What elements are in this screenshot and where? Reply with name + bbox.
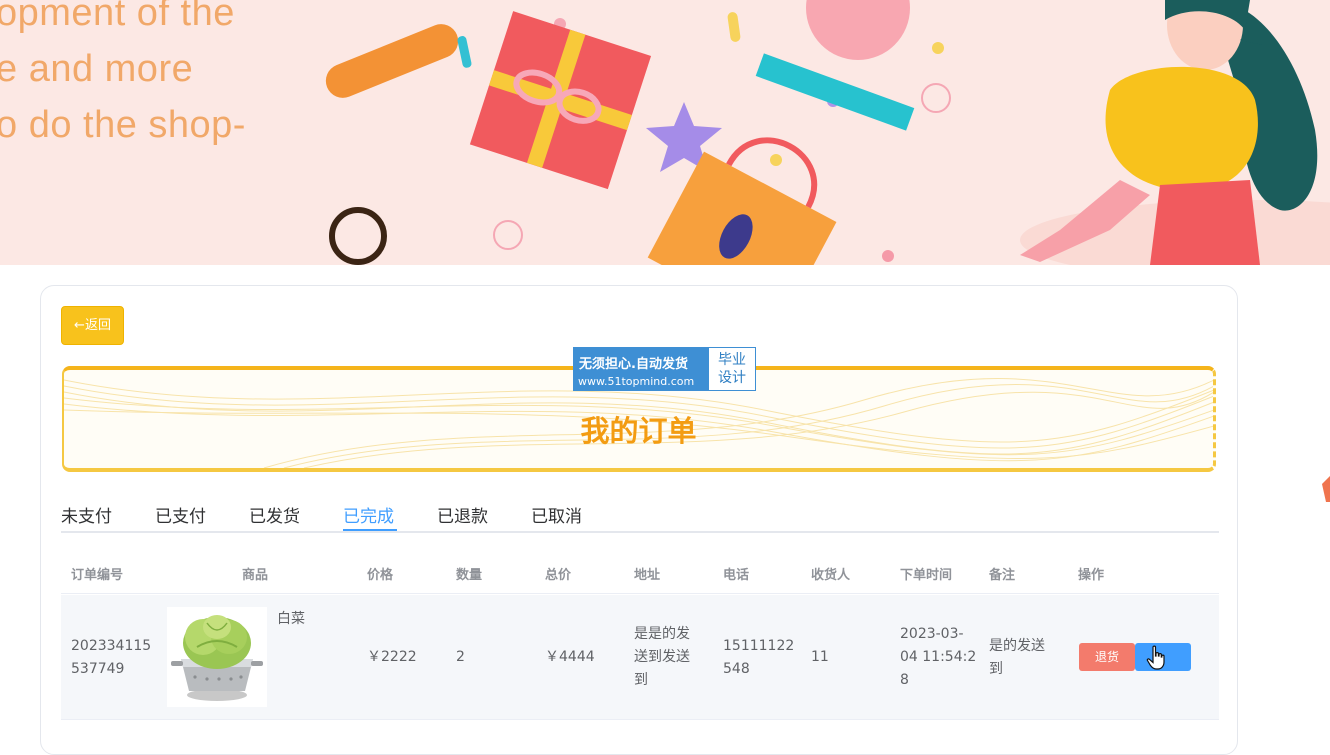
quantity-value: 2 <box>456 649 465 665</box>
remark-line-2: 到 <box>989 661 1003 677</box>
order-number-line-1: 202334115 <box>71 638 152 654</box>
address-line-1: 是是的发 <box>634 626 690 642</box>
order-number: 202334115 537749 <box>71 635 151 681</box>
tab-refunded[interactable]: 已退款 <box>437 502 488 527</box>
goods-name: 白菜 <box>277 611 305 627</box>
watermark-right-line-2: 设计 <box>718 370 746 386</box>
price-value: ￥2222 <box>367 649 417 665</box>
hero-banner: opment of the e and more o do the shop- <box>0 0 1330 265</box>
watermark-badge: 无须担心.自动发货 www.51topmind.com 毕业 设计 <box>573 347 756 391</box>
hand-cursor-icon <box>1146 645 1165 670</box>
order-number-line-2: 537749 <box>71 661 125 677</box>
back-button[interactable]: ←返回 <box>61 306 124 345</box>
remark-line-1: 是的发送 <box>989 638 1045 654</box>
col-address: 地址 <box>634 568 661 583</box>
col-total: 总价 <box>545 568 572 583</box>
order-time-line-1: 2023-03- <box>900 626 964 642</box>
phone-value: 15111122 548 <box>723 635 794 681</box>
watermark-left: 无须担心.自动发货 www.51topmind.com <box>574 348 709 390</box>
col-order-no: 订单编号 <box>71 568 124 583</box>
address-value: 是是的发 送到发送 到 <box>634 623 690 692</box>
tab-paid[interactable]: 已支付 <box>155 502 206 527</box>
col-order-time: 下单时间 <box>900 568 953 583</box>
tab-unpaid[interactable]: 未支付 <box>61 502 112 527</box>
cabbage-icon <box>171 615 263 701</box>
active-tab-indicator <box>343 529 397 531</box>
phone-line-2: 548 <box>723 661 750 677</box>
tab-shipped[interactable]: 已发货 <box>249 502 300 527</box>
order-time-line-2: 04 11:54:2 <box>900 649 977 665</box>
order-time-line-3: 8 <box>900 672 909 688</box>
goods-image <box>167 607 267 707</box>
phone-line-1: 15111122 <box>723 638 795 654</box>
watermark-url: www.51topmind.com <box>578 375 695 388</box>
col-receiver: 收货人 <box>811 568 851 583</box>
remark-value: 是的发送 到 <box>989 635 1045 681</box>
total-value: ￥4444 <box>545 649 595 665</box>
address-line-2: 送到发送 <box>634 649 690 665</box>
receiver-value: 11 <box>811 649 829 665</box>
tab-completed[interactable]: 已完成 <box>343 502 394 527</box>
address-line-3: 到 <box>634 672 648 688</box>
col-actions: 操作 <box>1078 568 1105 583</box>
banner-text-line-1: opment of the <box>0 0 235 34</box>
tab-cancelled[interactable]: 已取消 <box>531 502 582 527</box>
col-quantity: 数量 <box>456 568 483 583</box>
orders-table-header: 订单编号 商品 价格 数量 总价 地址 电话 收货人 下单时间 备注 操作 <box>61 551 1219 594</box>
col-price: 价格 <box>367 568 394 583</box>
order-time-value: 2023-03- 04 11:54:2 8 <box>900 623 976 692</box>
banner-text-line-3: o do the shop- <box>0 104 246 146</box>
page-title: 我的订单 <box>580 414 697 448</box>
watermark-right: 毕业 设计 <box>709 348 755 390</box>
table-row: 202334115 537749 白菜 ￥2222 2 ￥4444 是是的发 送… <box>61 595 1219 720</box>
col-phone: 电话 <box>723 568 750 583</box>
order-status-tabs: 未支付 已支付 已发货 已完成 已退款 已取消 <box>61 496 1219 533</box>
banner-text-line-2: e and more <box>0 48 194 90</box>
refund-button[interactable]: 退货 <box>1079 643 1135 671</box>
watermark-slogan: 无须担心.自动发货 <box>579 357 688 372</box>
edge-artifact-icon <box>1322 476 1330 502</box>
col-goods: 商品 <box>242 568 269 583</box>
col-remark: 备注 <box>989 568 1016 583</box>
watermark-right-line-1: 毕业 <box>718 352 746 368</box>
